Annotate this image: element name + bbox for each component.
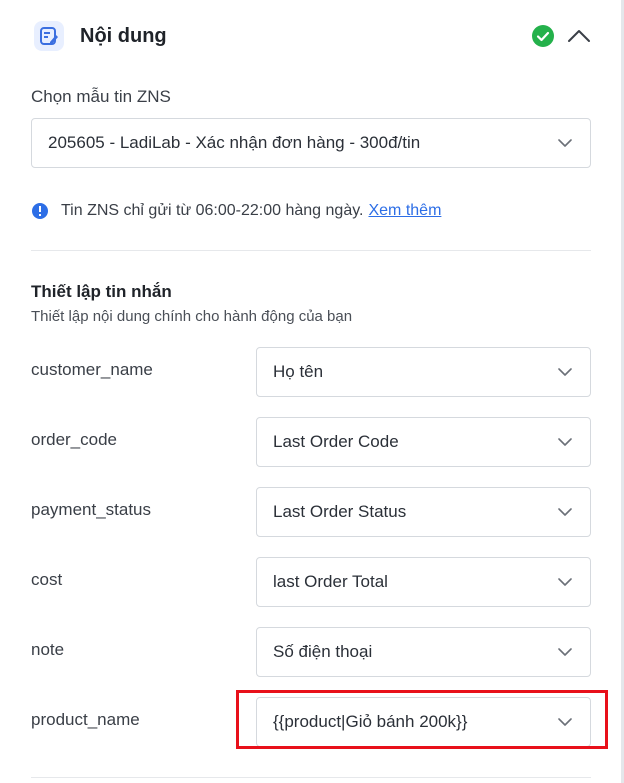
- info-circle-icon: [32, 203, 48, 219]
- field-select-value: Last Order Status: [273, 502, 407, 521]
- template-label: Chọn mẫu tin ZNS: [31, 87, 171, 106]
- field-label-cost: cost: [31, 570, 63, 589]
- chevron-down-icon: [558, 139, 572, 147]
- field-label-payment-status: payment_status: [31, 500, 152, 519]
- field-select-customer-name[interactable]: Họ tên: [256, 347, 591, 397]
- chevron-down-icon: [558, 578, 572, 586]
- template-select[interactable]: 205605 - LadiLab - Xác nhận đơn hàng - 3…: [31, 118, 591, 168]
- field-select-payment-status[interactable]: Last Order Status: [256, 487, 591, 537]
- divider: [31, 777, 591, 778]
- edit-note-icon: [34, 21, 64, 51]
- highlight-box: [236, 690, 608, 749]
- send-time-notice: Tin ZNS chỉ gửi từ 06:00-22:00 hàng ngày…: [31, 199, 441, 223]
- message-settings-subtitle: Thiết lập nội dung chính cho hành động c…: [31, 308, 353, 325]
- chevron-down-icon: [558, 438, 572, 446]
- chevron-up-icon[interactable]: [567, 26, 591, 46]
- field-select-cost[interactable]: last Order Total: [256, 557, 591, 607]
- field-label-order-code: order_code: [31, 430, 118, 449]
- template-select-value: 205605 - LadiLab - Xác nhận đơn hàng - 3…: [48, 133, 421, 152]
- field-select-note[interactable]: Số điện thoại: [256, 627, 591, 677]
- divider: [31, 250, 591, 251]
- field-label-customer-name: customer_name: [31, 360, 153, 379]
- field-select-value: last Order Total: [273, 572, 388, 591]
- see-more-link[interactable]: Xem thêm: [368, 202, 441, 220]
- field-label-product-name: product_name: [31, 710, 140, 729]
- check-circle-icon: [532, 25, 554, 47]
- field-select-value: Last Order Code: [273, 432, 399, 451]
- section-header[interactable]: Nội dung: [31, 17, 591, 55]
- field-select-value: Họ tên: [273, 362, 324, 381]
- chevron-down-icon: [558, 508, 572, 516]
- chevron-down-icon: [558, 648, 572, 656]
- info-text: Tin ZNS chỉ gửi từ 06:00-22:00 hàng ngày…: [61, 202, 364, 219]
- message-settings-title: Thiết lập tin nhắn: [31, 282, 172, 301]
- chevron-down-icon: [558, 368, 572, 376]
- field-select-value: Số điện thoại: [273, 642, 373, 661]
- section-title: Nội dung: [80, 25, 167, 47]
- field-label-note: note: [31, 640, 65, 659]
- field-select-order-code[interactable]: Last Order Code: [256, 417, 591, 467]
